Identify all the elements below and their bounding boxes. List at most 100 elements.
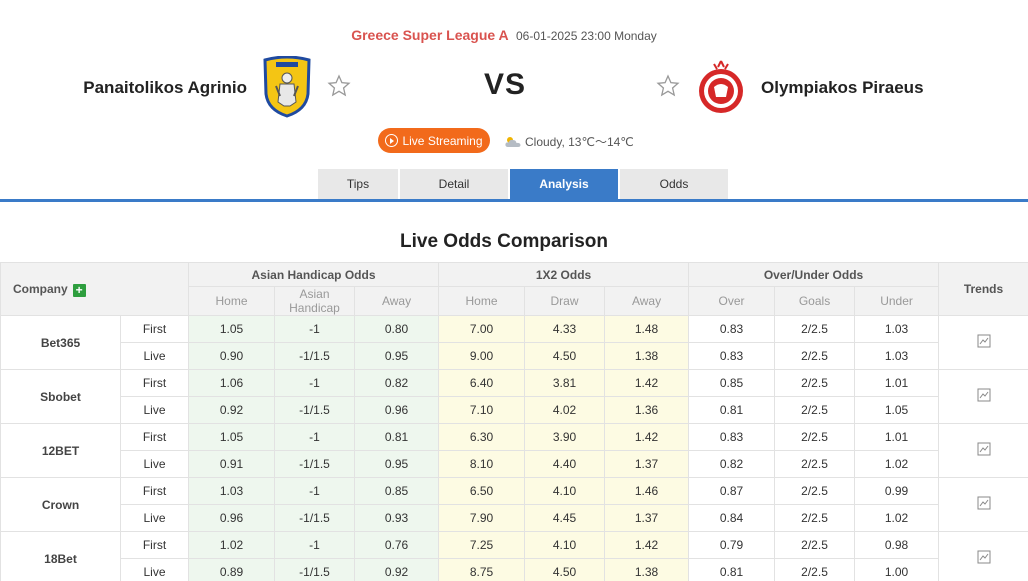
odds-cell[interactable]: 2/2.5 [774,477,856,505]
tab-analysis[interactable]: Analysis [510,169,618,199]
odds-cell[interactable]: 8.75 [438,558,526,581]
away-team-logo[interactable] [696,59,746,115]
odds-cell[interactable]: 1.48 [604,315,690,343]
company-name[interactable]: 18Bet [0,531,121,581]
odds-cell[interactable]: 1.01 [854,423,940,451]
odds-cell[interactable]: 0.80 [353,315,440,343]
odds-cell[interactable]: -1 [274,315,355,343]
odds-cell[interactable]: 2/2.5 [774,369,856,397]
trend-chart-icon[interactable] [977,334,991,348]
odds-cell[interactable]: -1 [274,369,355,397]
odds-cell[interactable]: 1.00 [854,558,940,581]
odds-cell[interactable]: 0.85 [688,369,776,397]
odds-cell[interactable]: 2/2.5 [774,342,856,370]
odds-cell[interactable]: 4.10 [524,531,606,559]
odds-cell[interactable]: 0.81 [688,558,776,581]
odds-cell[interactable]: 0.83 [688,423,776,451]
live-streaming-button[interactable]: Live Streaming [378,128,490,153]
odds-cell[interactable]: 2/2.5 [774,423,856,451]
odds-cell[interactable]: 1.36 [604,396,690,424]
home-team-logo[interactable] [262,56,312,118]
odds-cell[interactable]: 4.33 [524,315,606,343]
odds-cell[interactable]: -1/1.5 [274,450,355,478]
odds-cell[interactable]: 3.90 [524,423,606,451]
trend-chart-icon[interactable] [977,442,991,456]
odds-cell[interactable]: 1.37 [604,450,690,478]
odds-cell[interactable]: 8.10 [438,450,526,478]
odds-cell[interactable]: 0.93 [353,504,440,532]
odds-cell[interactable]: 0.92 [188,396,275,424]
odds-cell[interactable]: 1.05 [854,396,940,424]
odds-cell[interactable]: 1.03 [854,342,940,370]
company-name[interactable]: Bet365 [0,315,121,370]
odds-cell[interactable]: 4.50 [524,558,606,581]
odds-cell[interactable]: 0.79 [688,531,776,559]
home-team-name[interactable]: Panaitolikos Agrinio [83,78,247,98]
odds-cell[interactable]: 0.82 [688,450,776,478]
company-name[interactable]: Sbobet [0,369,121,424]
odds-cell[interactable]: 1.06 [188,369,275,397]
odds-cell[interactable]: 0.81 [353,423,440,451]
odds-cell[interactable]: 2/2.5 [774,396,856,424]
favorite-away-star-icon[interactable] [656,74,680,98]
odds-cell[interactable]: 1.03 [188,477,275,505]
company-name[interactable]: Crown [0,477,121,532]
odds-cell[interactable]: 1.42 [604,423,690,451]
odds-cell[interactable]: 1.46 [604,477,690,505]
tab-tips[interactable]: Tips [318,169,398,199]
odds-cell[interactable]: 1.42 [604,531,690,559]
odds-cell[interactable]: 0.84 [688,504,776,532]
odds-cell[interactable]: 1.38 [604,342,690,370]
odds-cell[interactable]: 0.90 [188,342,275,370]
add-company-icon[interactable]: + [72,283,86,297]
odds-cell[interactable]: 0.98 [854,531,940,559]
odds-cell[interactable]: -1/1.5 [274,504,355,532]
odds-cell[interactable]: -1 [274,477,355,505]
odds-cell[interactable]: -1/1.5 [274,396,355,424]
odds-cell[interactable]: 1.42 [604,369,690,397]
odds-cell[interactable]: 1.37 [604,504,690,532]
odds-cell[interactable]: 7.90 [438,504,526,532]
odds-cell[interactable]: 4.45 [524,504,606,532]
trend-chart-icon[interactable] [977,550,991,564]
odds-cell[interactable]: 1.02 [188,531,275,559]
odds-cell[interactable]: 0.76 [353,531,440,559]
odds-cell[interactable]: 0.85 [353,477,440,505]
odds-cell[interactable]: 6.40 [438,369,526,397]
odds-cell[interactable]: 0.96 [353,396,440,424]
odds-cell[interactable]: 0.82 [353,369,440,397]
odds-cell[interactable]: 0.92 [353,558,440,581]
odds-cell[interactable]: 2/2.5 [774,450,856,478]
odds-cell[interactable]: 0.95 [353,342,440,370]
odds-cell[interactable]: 1.05 [188,315,275,343]
odds-cell[interactable]: -1 [274,531,355,559]
odds-cell[interactable]: -1/1.5 [274,558,355,581]
away-team-name[interactable]: Olympiakos Piraeus [761,78,924,98]
odds-cell[interactable]: 1.01 [854,369,940,397]
company-name[interactable]: 12BET [0,423,121,478]
odds-cell[interactable]: 7.25 [438,531,526,559]
odds-cell[interactable]: 0.91 [188,450,275,478]
odds-cell[interactable]: 4.02 [524,396,606,424]
odds-cell[interactable]: -1/1.5 [274,342,355,370]
odds-cell[interactable]: 3.81 [524,369,606,397]
odds-cell[interactable]: 9.00 [438,342,526,370]
favorite-home-star-icon[interactable] [327,74,351,98]
odds-cell[interactable]: 4.10 [524,477,606,505]
odds-cell[interactable]: 1.03 [854,315,940,343]
odds-cell[interactable]: 0.96 [188,504,275,532]
odds-cell[interactable]: 0.81 [688,396,776,424]
odds-cell[interactable]: 4.40 [524,450,606,478]
odds-cell[interactable]: 1.02 [854,504,940,532]
odds-cell[interactable]: -1 [274,423,355,451]
odds-cell[interactable]: 1.02 [854,450,940,478]
odds-cell[interactable]: 2/2.5 [774,315,856,343]
trend-chart-icon[interactable] [977,496,991,510]
odds-cell[interactable]: 1.38 [604,558,690,581]
odds-cell[interactable]: 0.83 [688,315,776,343]
odds-cell[interactable]: 7.00 [438,315,526,343]
league-name[interactable]: Greece Super League A [351,27,508,43]
tab-odds[interactable]: Odds [620,169,728,199]
odds-cell[interactable]: 6.50 [438,477,526,505]
odds-cell[interactable]: 0.95 [353,450,440,478]
